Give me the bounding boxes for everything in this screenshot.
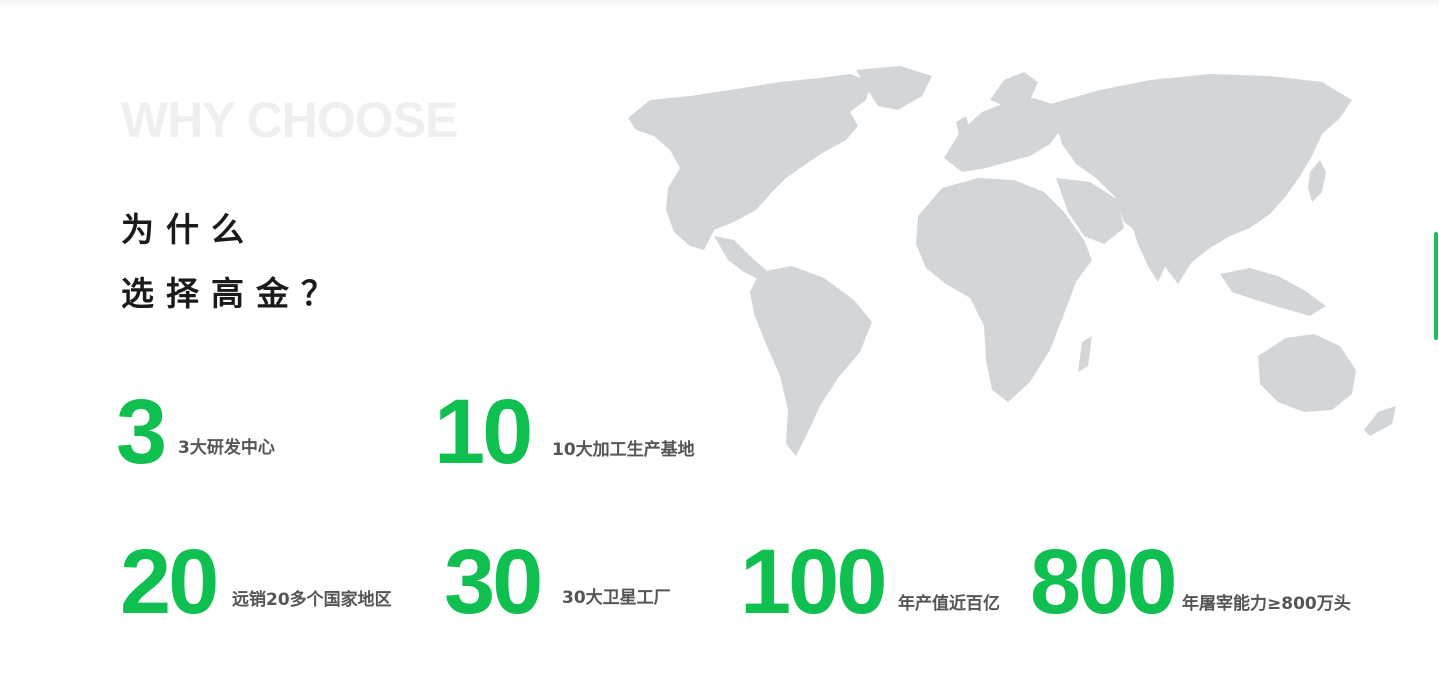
stat-number: 100 [740,531,887,633]
stat-satellite-factories: 30 30大卫星工厂 [444,536,704,632]
scroll-indicator[interactable] [1434,232,1438,340]
stat-export-countries: 20 远销20多个国家地区 [120,536,420,632]
stat-number: 20 [120,531,219,633]
stat-number: 800 [1030,531,1177,633]
section-title-line-1: 为什么 [121,210,256,249]
stat-label: 远销20多个国家地区 [232,590,392,610]
map-asia [1050,74,1352,284]
stat-number: 10 [434,381,533,483]
map-south-america [750,266,872,456]
stat-number: 30 [444,531,543,633]
map-australia [1258,334,1356,412]
map-madagascar [1078,336,1092,372]
stat-production-bases: 10 10大加工生产基地 [434,386,724,482]
watermark-heading: WHY CHOOSE [121,92,458,148]
map-north-america [628,74,872,250]
section-title: 为什么 选择高金？ [121,198,346,326]
stat-label: 3大研发中心 [178,438,275,458]
map-greenland [856,66,932,110]
stat-slaughter-capacity: 800 年屠宰能力≥800万头 [1030,536,1370,632]
world-map [628,66,1396,456]
stat-label: 10大加工生产基地 [552,440,695,460]
map-southeast-asia [1220,268,1326,316]
map-japan [1308,160,1326,202]
section-title-line-2: 选择高金？ [121,274,346,313]
map-central-america [714,236,766,280]
stat-label: 30大卫星工厂 [562,588,671,608]
stat-annual-output: 100 年产值近百亿 [740,536,1030,632]
stat-label: 年屠宰能力≥800万头 [1182,594,1351,614]
stat-number: 3 [116,381,167,483]
map-africa [916,178,1092,402]
stat-rd-centers: 3 3大研发中心 [116,386,316,482]
map-new-zealand [1364,406,1396,436]
why-choose-section: WHY CHOOSE 为什么 选择高金？ 3 3大研发中心 10 10大加工生产… [0,0,1439,690]
stat-label: 年产值近百亿 [898,594,1000,614]
